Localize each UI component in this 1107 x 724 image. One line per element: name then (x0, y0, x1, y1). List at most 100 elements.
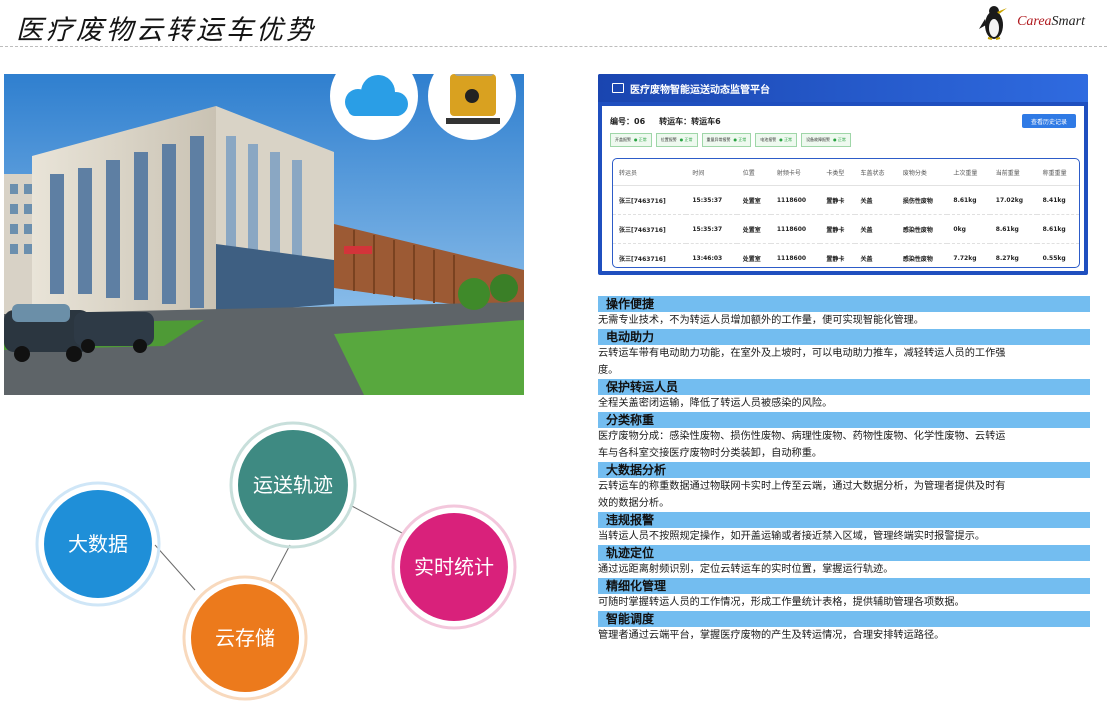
table-cell: 1118600 (770, 214, 821, 244)
column-header: 废物分类 (896, 159, 948, 186)
sensor-status: 设备故障报警 ● 正常 (801, 133, 851, 147)
vehicle-number: 编号：06 (610, 117, 646, 126)
feature-description: 医疗废物分成：感染性废物、损伤性废物、病理性废物、药物性废物、化学性废物、云转运… (598, 431, 1006, 459)
table-cell: 张三[7463716] (619, 255, 666, 263)
bubble-label: 云存储 (215, 626, 275, 650)
column-header: 转运员 (613, 159, 687, 186)
history-button[interactable]: 查看历史记录 (1022, 114, 1076, 128)
table-cell: 置静卡 (820, 214, 855, 244)
table-row: 张三[7463716] 13:46:03 处置室 1118600 置静卡 关盖 … (613, 244, 1079, 273)
table-cell: 关盖 (860, 255, 873, 263)
column-header: 卡类型 (820, 159, 855, 186)
monitor-icon (612, 83, 624, 93)
feature-title: 电动助力 (598, 329, 1090, 345)
bubble-label: 运送轨迹 (253, 473, 333, 497)
feature-item: 大数据分析 云转运车的称重数据通过物联网卡实时上传至云端，通过大数据分析，为管理… (598, 462, 1090, 512)
connector-line (269, 544, 291, 584)
feature-title: 分类称重 (598, 412, 1090, 428)
sensor-status-row: 开盖报警 ● 正常 位置报警 ● 正常 重量异常报警 ● 正常 电池报警 ● 正常 设备… (610, 133, 851, 147)
column-header: 时间 (686, 159, 737, 186)
table-cell: 8.61kg (947, 185, 990, 215)
records-table: 转运员 时间 位置 射频卡号 卡类型 车盖状态 废物分类 上次重量 当前重量 称… (613, 159, 1079, 272)
feature-description: 通过远距离射频识别，定位云转运车的实时位置，掌握运行轨迹。 (598, 564, 894, 575)
monitoring-panel-screenshot: 医疗废物智能运送动态监管平台 编号：06 转运车：转运车6 查看历史记录 开盖报… (598, 74, 1088, 275)
table-cell: 7.72kg (953, 254, 977, 262)
sensor-status: 开盖报警 ● 正常 (610, 133, 652, 147)
table-cell: 1118600 (776, 254, 807, 262)
brand-logo: CareaSmart (977, 2, 1085, 42)
column-header: 位置 (736, 159, 771, 186)
page-title: 医疗废物云转运车优势 (16, 15, 316, 46)
table-cell: 处置室 (742, 255, 761, 263)
table-cell: 关盖 (854, 185, 897, 215)
feature-item: 分类称重 医疗废物分成：感染性废物、损伤性废物、病理性废物、药物性废物、化学性废… (598, 412, 1090, 462)
bubble-track: 运送轨迹 (229, 421, 357, 549)
table-cell: 1118600 (770, 185, 821, 215)
table-cell: 置静卡 (826, 255, 845, 263)
feature-description: 可随时掌握转运人员的工作情况，形成工作量统计表格，提供辅助管理各项数据。 (598, 597, 965, 608)
vehicle-info: 编号：06 转运车：转运车6 (610, 116, 721, 127)
table-cell: 关盖 (854, 214, 897, 244)
table-cell: 8.61kg (1036, 214, 1079, 244)
column-header: 射频卡号 (770, 159, 821, 186)
feature-item: 精细化管理 可随时掌握转运人员的工作情况，形成工作量统计表格，提供辅助管理各项数… (598, 578, 1090, 611)
feature-title: 智能调度 (598, 611, 1090, 627)
feature-title: 精细化管理 (598, 578, 1090, 594)
table-cell: 15:35:37 (686, 185, 737, 215)
feature-list: 操作便捷 无需专业技术，不为转运人员增加额外的工作量，便可实现智能化管理。 电动… (598, 296, 1090, 644)
column-header: 车盖状态 (854, 159, 897, 186)
panel-body: 编号：06 转运车：转运车6 查看历史记录 开盖报警 ● 正常 位置报警 ● 正常 … (602, 106, 1084, 271)
table-cell: 15:35:37 (686, 214, 737, 244)
connector-line (349, 504, 403, 534)
bubble-label: 大数据 (68, 532, 128, 556)
feature-description: 云转运车的称重数据通过物联网卡实时上传至云端，通过大数据分析，为管理者提供及时有… (598, 481, 1006, 509)
table-row: 张三[7463716] 15:35:37 处置室 1118600 置静卡 关盖 … (613, 214, 1079, 244)
panel-header: 医疗废物智能运送动态监管平台 (598, 74, 1088, 102)
bubble-big-data: 大数据 (35, 481, 161, 607)
feature-description: 当转运人员不按照规定操作，如开盖运输或者接近禁入区域，管理终端实时报警提示。 (598, 531, 986, 542)
table-cell: 感染性废物 (896, 214, 948, 244)
table-cell: 张三[7463716] (613, 214, 687, 244)
table-cell: 处置室 (736, 185, 771, 215)
column-header: 称重重量 (1036, 159, 1079, 186)
table-cell: 8.41kg (1036, 185, 1079, 215)
logo-text: CareaSmart (1017, 14, 1085, 29)
feature-bubble-diagram: 大数据 运送轨迹 实时统计 云存储 (0, 400, 560, 720)
feature-item: 轨迹定位 通过远距离射频识别，定位云转运车的实时位置，掌握运行轨迹。 (598, 545, 1090, 578)
sensor-status: 电池报警 ● 正常 (755, 133, 798, 147)
penguin-logo-icon (979, 6, 1008, 40)
table-cell: 0kg (947, 214, 990, 244)
column-header: 上次重量 (947, 159, 990, 186)
feature-item: 电动助力 云转运车带有电动助力功能，在室外及上坡时，可以电动助力推车，减轻转运人… (598, 329, 1090, 379)
table-cell: 感染性废物 (902, 255, 933, 263)
feature-title: 违规报警 (598, 512, 1090, 528)
table-cell: 损伤性废物 (896, 185, 948, 215)
table-header-row: 转运员 时间 位置 射频卡号 卡类型 车盖状态 废物分类 上次重量 当前重量 称… (613, 159, 1079, 186)
feature-item: 保护转运人员 全程关盖密闭运输，降低了转运人员被感染的风险。 (598, 379, 1090, 412)
vehicle-name: 转运车：转运车6 (659, 117, 721, 126)
feature-item: 违规报警 当转运人员不按照规定操作，如开盖运输或者接近禁入区域，管理终端实时报警… (598, 512, 1090, 545)
feature-title: 轨迹定位 (598, 545, 1090, 561)
bubble-label: 实时统计 (414, 555, 494, 579)
bubble-storage: 云存储 (182, 575, 308, 701)
table-cell: 处置室 (736, 214, 771, 244)
table-cell: 8.27kg (995, 254, 1019, 262)
hospital-building-photo (4, 74, 524, 395)
bubble-realtime: 实时统计 (391, 504, 517, 630)
feature-description: 全程关盖密闭运输，降低了转运人员被感染的风险。 (598, 398, 833, 409)
table-cell: 17.02kg (989, 185, 1037, 215)
table-cell: 置静卡 (820, 185, 855, 215)
sensor-status: 位置报警 ● 正常 (655, 133, 698, 147)
records-table-frame: 转运员 时间 位置 射频卡号 卡类型 车盖状态 废物分类 上次重量 当前重量 称… (612, 158, 1080, 268)
feature-title: 操作便捷 (598, 296, 1090, 312)
table-cell: 13:46:03 (692, 254, 723, 262)
panel-title: 医疗废物智能运送动态监管平台 (630, 84, 770, 96)
sensor-status: 重量异常报警 ● 正常 (701, 133, 752, 147)
feature-item: 操作便捷 无需专业技术，不为转运人员增加额外的工作量，便可实现智能化管理。 (598, 296, 1090, 329)
feature-description: 管理者通过云端平台，掌握医疗废物的产生及转运情况，合理安排转运路径。 (598, 630, 945, 641)
feature-title: 保护转运人员 (598, 379, 1090, 395)
header-divider (0, 46, 1107, 47)
table-row: 张三[7463716] 15:35:37 处置室 1118600 置静卡 关盖 … (613, 185, 1079, 215)
feature-description: 云转运车带有电动助力功能，在室外及上坡时，可以电动助力推车，减轻转运人员的工作强… (598, 348, 1006, 376)
table-cell: 8.61kg (989, 214, 1037, 244)
